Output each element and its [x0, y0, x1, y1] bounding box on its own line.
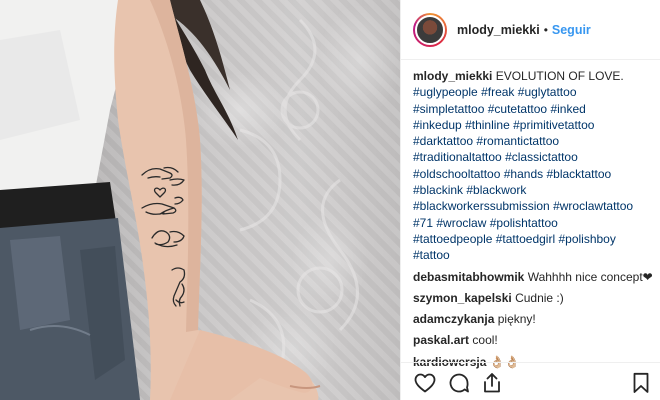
hashtag[interactable]: #blackworkerssubmission: [413, 199, 550, 213]
hashtag[interactable]: #polishboy: [558, 232, 615, 246]
hashtag[interactable]: #tattoedpeople: [413, 232, 492, 246]
hashtag[interactable]: #oldschooltattoo: [413, 167, 500, 181]
caption-username[interactable]: mlody_miekki: [413, 69, 492, 83]
avatar[interactable]: [413, 12, 447, 47]
comment-username[interactable]: paskal.art: [413, 333, 469, 347]
hashtag[interactable]: #tattoo: [413, 248, 450, 262]
hashtag[interactable]: #inkedup: [413, 118, 462, 132]
post-details-panel: mlody_miekki • Seguir mlody_miekki EVOLU…: [400, 0, 660, 400]
hashtag[interactable]: #darktattoo: [413, 134, 473, 148]
hashtag[interactable]: #hands: [504, 167, 543, 181]
comment-text: Cudnie :): [515, 290, 564, 305]
tattoo-arm-photo: [0, 0, 359, 400]
hashtag[interactable]: #traditionaltattoo: [413, 150, 502, 164]
comment-text: Wahhhh nice concept❤: [527, 269, 653, 284]
comments-list: mlody_miekki EVOLUTION OF LOVE. #uglypeo…: [413, 68, 653, 370]
hashtag[interactable]: #wroclaw: [436, 216, 486, 230]
hashtag[interactable]: #freak: [481, 85, 514, 99]
hashtag[interactable]: #classictattoo: [505, 150, 578, 164]
hashtag[interactable]: #wroclawtattoo: [553, 199, 633, 213]
post-photo[interactable]: [0, 0, 400, 400]
hashtag[interactable]: #uglytattoo: [518, 85, 577, 99]
share-icon[interactable]: [480, 371, 504, 395]
header-username[interactable]: mlody_miekki: [457, 23, 540, 37]
hashtag[interactable]: #tattoedgirl: [496, 232, 555, 246]
hashtag[interactable]: #thinline: [465, 118, 510, 132]
action-bar: [401, 362, 660, 400]
hashtag[interactable]: #polishtattoo: [490, 216, 558, 230]
comment-text: piękny!: [497, 312, 536, 327]
separator-dot: •: [543, 22, 548, 37]
hashtag[interactable]: #71: [413, 216, 433, 230]
hashtag[interactable]: #uglypeople: [413, 85, 478, 99]
hashtag[interactable]: #simpletattoo: [413, 102, 484, 116]
hashtag[interactable]: #inked: [550, 102, 585, 116]
comment-username[interactable]: adamczykanja: [413, 312, 494, 326]
hashtag[interactable]: #blackwork: [466, 183, 526, 197]
follow-button[interactable]: Seguir: [552, 23, 591, 37]
hashtag[interactable]: #primitivetattoo: [513, 118, 594, 132]
comment-item: paskal.art cool!: [413, 332, 653, 348]
comment-icon[interactable]: [447, 371, 471, 395]
caption-text: EVOLUTION OF LOVE.: [495, 69, 624, 83]
hashtag[interactable]: #romantictattoo: [476, 134, 559, 148]
post-caption: mlody_miekki EVOLUTION OF LOVE. #uglypeo…: [413, 68, 653, 264]
comment-text: cool!: [472, 333, 498, 348]
comment-item: debasmitabhowmik Wahhhh nice concept❤: [413, 269, 653, 285]
comment-item: adamczykanja piękny!: [413, 311, 653, 327]
comment-username[interactable]: szymon_kapelski: [413, 291, 512, 305]
hashtag[interactable]: #cutetattoo: [488, 102, 547, 116]
comment-item: szymon_kapelski Cudnie :): [413, 290, 653, 306]
comment-username[interactable]: debasmitabhowmik: [413, 270, 524, 284]
bookmark-icon[interactable]: [629, 371, 653, 395]
heart-icon[interactable]: [413, 371, 437, 395]
hashtag[interactable]: #blacktattoo: [546, 167, 611, 181]
post-header: mlody_miekki • Seguir: [401, 0, 660, 60]
hashtag[interactable]: #blackink: [413, 183, 463, 197]
